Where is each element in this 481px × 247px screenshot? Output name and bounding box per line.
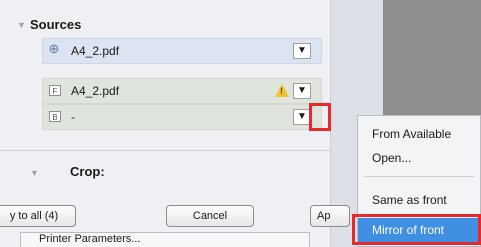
menu-item-from-available[interactable]: From Available [358, 122, 481, 146]
collapse-triangle-icon[interactable]: ▼ [17, 20, 26, 30]
menu-separator [364, 176, 474, 177]
apply-to-all-button[interactable]: y to all (4) [0, 205, 76, 227]
source-row-front[interactable]: ⊕ A4_2.pdf ▼ [42, 38, 322, 64]
link-icon: ⊕ [48, 41, 60, 56]
menu-item-open[interactable]: Open... [358, 146, 481, 170]
annotation-highlight-dropdown [309, 103, 331, 131]
sources-title: Sources [30, 17, 82, 32]
source-row-F[interactable]: F A4_2.pdf ! ▼ [42, 78, 322, 104]
dropdown-arrow-button[interactable]: ▼ [293, 43, 311, 59]
front-page-icon: F [49, 85, 61, 96]
warning-icon: ! [275, 84, 289, 97]
back-page-icon: B [49, 111, 61, 122]
collapse-triangle-icon[interactable]: ▼ [30, 168, 39, 178]
dropdown-arrow-button[interactable]: ▼ [293, 83, 311, 99]
menu-item-same-as-front[interactable]: Same as front [358, 188, 481, 212]
printer-parameters-bar[interactable]: Printer Parameters... [20, 232, 310, 247]
source-row-label: A4_2.pdf [71, 84, 120, 98]
cancel-button[interactable]: Cancel [166, 205, 254, 227]
annotation-highlight-menu-item [352, 214, 481, 245]
source-row-B[interactable]: B - ▼ [42, 104, 322, 130]
apply-button[interactable]: Ap [310, 205, 350, 227]
source-row-label: A4_2.pdf [71, 44, 120, 58]
section-divider [0, 150, 330, 151]
source-row-label: - [71, 110, 75, 124]
crop-title: Crop: [70, 164, 105, 179]
